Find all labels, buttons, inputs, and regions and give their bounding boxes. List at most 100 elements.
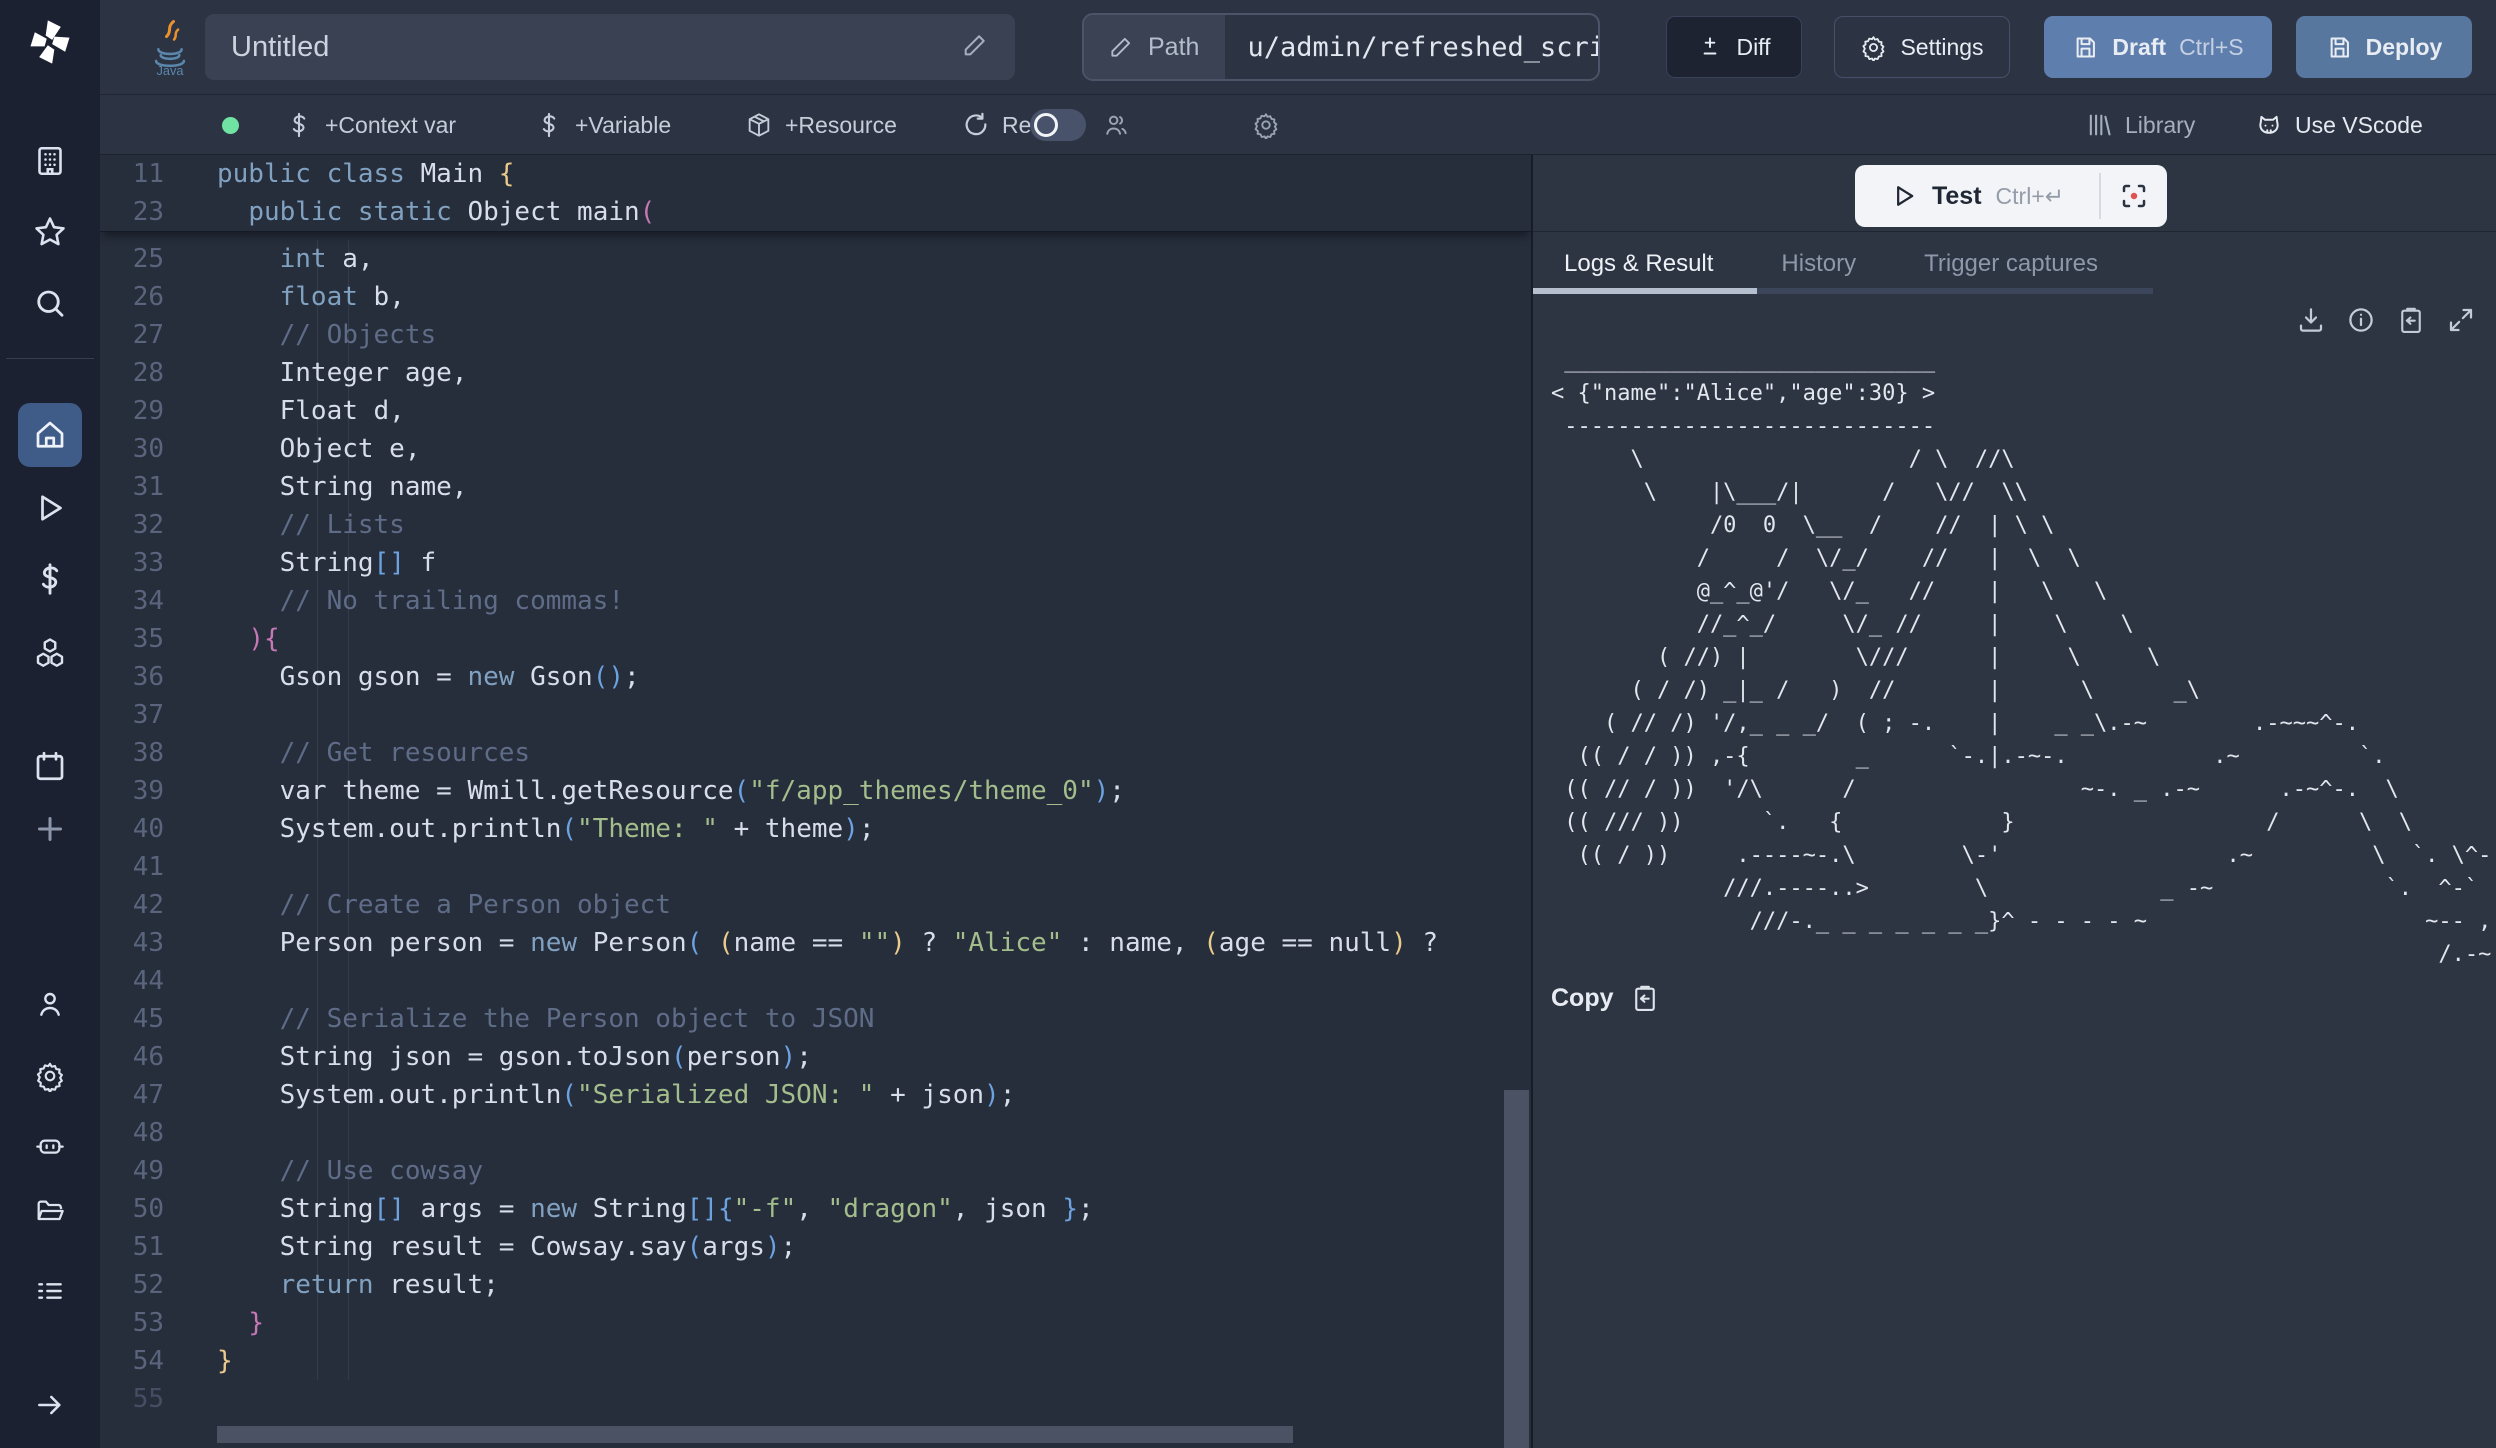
path-control: Path u/admin/refreshed_script (1082, 13, 1600, 81)
code-line-43[interactable]: 43 Person person = new Person( (name == … (100, 924, 1531, 962)
toggle-knob (1034, 113, 1058, 137)
line-source: Person person = new Person( (name == "")… (217, 928, 1531, 958)
settings-button[interactable]: Settings (1834, 16, 2010, 78)
diff-mode-toggle[interactable] (1030, 109, 1086, 141)
code-line-23[interactable]: 23 public static Object main( (100, 193, 1531, 231)
expand-result-icon[interactable] (2446, 305, 2476, 335)
vertical-scrollbar[interactable] (1504, 1090, 1529, 1448)
sidebar-item-resources[interactable] (18, 621, 82, 685)
sidebar-item-variables[interactable] (18, 547, 82, 611)
code-line-38[interactable]: 38 // Get resources (100, 734, 1531, 772)
gear-icon (1252, 111, 1280, 139)
line-number: 34 (100, 586, 217, 616)
code-line-32[interactable]: 32 // Lists (100, 506, 1531, 544)
line-source: String[] f (217, 548, 1531, 578)
editor-toolbar: +Context var +Variable +Resource Reset (100, 95, 2496, 155)
tab-history[interactable]: History (1781, 250, 1856, 278)
code-line-33[interactable]: 33 String[] f (100, 544, 1531, 582)
line-number: 30 (100, 434, 217, 464)
tab-trigger-captures[interactable]: Trigger captures (1924, 250, 2098, 278)
line-number: 25 (100, 244, 217, 274)
code-line-45[interactable]: 45 // Serialize the Person object to JSO… (100, 1000, 1531, 1038)
line-source: // Serialize the Person object to JSON (217, 1004, 1531, 1034)
code-line-51[interactable]: 51 String result = Cowsay.say(args); (100, 1228, 1531, 1266)
copy-button[interactable]: Copy (1551, 983, 1660, 1013)
code-line-36[interactable]: 36 Gson gson = new Gson(); (100, 658, 1531, 696)
deploy-button[interactable]: Deploy (2296, 16, 2472, 78)
line-number: 47 (100, 1080, 217, 1110)
code-line-41[interactable]: 41 (100, 848, 1531, 886)
sidebar-item-runs[interactable] (18, 476, 82, 540)
tab-logs-result[interactable]: Logs & Result (1564, 250, 1713, 278)
java-language-icon: Java (146, 18, 194, 76)
windmill-script-editor: Java Untitled Path u (0, 0, 2496, 1448)
dollar-icon (285, 111, 313, 139)
code-line-37[interactable]: 37 (100, 696, 1531, 734)
code-line-42[interactable]: 42 // Create a Person object (100, 886, 1531, 924)
code-line-44[interactable]: 44 (100, 962, 1531, 1000)
copy-result-icon[interactable] (2396, 305, 2426, 335)
code-line-49[interactable]: 49 // Use cowsay (100, 1152, 1531, 1190)
code-line-53[interactable]: 53 } (100, 1304, 1531, 1342)
add-variable-button[interactable]: +Variable (535, 95, 671, 155)
result-info-icon[interactable] (2346, 305, 2376, 335)
header: Java Untitled Path u (100, 0, 2496, 95)
horizontal-scrollbar[interactable] (217, 1426, 1293, 1443)
code-line-25[interactable]: 25 int a, (100, 240, 1531, 278)
save-draft-button[interactable]: Draft Ctrl+S (2044, 16, 2272, 78)
code-line-40[interactable]: 40 System.out.println("Theme: " + theme)… (100, 810, 1531, 848)
line-number: 38 (100, 738, 217, 768)
use-vscode-button[interactable]: Use VScode (2255, 95, 2423, 155)
diff-button[interactable]: Diff (1666, 16, 1802, 78)
code-lines: 25 int a,26 float b,27 // Objects28 Inte… (100, 240, 1531, 1418)
code-line-50[interactable]: 50 String[] args = new String[]{"-f", "d… (100, 1190, 1531, 1228)
sidebar-item-favorites[interactable] (18, 200, 82, 264)
line-source: float b, (217, 282, 1531, 312)
code-line-47[interactable]: 47 System.out.println("Serialized JSON: … (100, 1076, 1531, 1114)
content-area: 25 int a,26 float b,27 // Objects28 Inte… (100, 155, 2496, 1448)
edit-path-button[interactable]: Path (1084, 15, 1225, 79)
download-result-icon[interactable] (2296, 305, 2326, 335)
line-source: System.out.println("Serialized JSON: " +… (217, 1080, 1531, 1110)
sidebar-item-add[interactable] (18, 797, 82, 861)
edit-title-pencil-icon[interactable] (961, 31, 989, 64)
capture-test-button[interactable] (2101, 165, 2167, 227)
code-line-26[interactable]: 26 float b, (100, 278, 1531, 316)
code-line-35[interactable]: 35 ){ (100, 620, 1531, 658)
code-editor[interactable]: 25 int a,26 float b,27 // Objects28 Inte… (100, 155, 1531, 1448)
add-context-var-button[interactable]: +Context var (285, 95, 456, 155)
library-button[interactable]: Library (2085, 95, 2195, 155)
code-line-28[interactable]: 28 Integer age, (100, 354, 1531, 392)
code-line-29[interactable]: 29 Float d, (100, 392, 1531, 430)
sidebar-expand-icon[interactable] (18, 1373, 82, 1437)
code-line-11[interactable]: 11public class Main { (100, 155, 1531, 193)
sidebar-item-user[interactable] (18, 972, 82, 1036)
path-value-input[interactable]: u/admin/refreshed_script (1225, 15, 1600, 79)
sidebar-item-workers[interactable] (18, 1114, 82, 1178)
code-line-39[interactable]: 39 var theme = Wmill.getResource("f/app_… (100, 772, 1531, 810)
line-number: 32 (100, 510, 217, 540)
script-title-input[interactable]: Untitled (205, 14, 1015, 80)
code-line-55[interactable]: 55 (100, 1380, 1531, 1418)
windmill-logo-icon[interactable] (21, 13, 79, 71)
code-line-31[interactable]: 31 String name, (100, 468, 1531, 506)
sidebar-item-audit-logs[interactable] (18, 1259, 82, 1323)
sidebar-item-search[interactable] (18, 272, 82, 336)
collaborators-button[interactable] (1102, 95, 1130, 155)
editor-settings-button[interactable] (1252, 95, 1280, 155)
sidebar-item-schedules[interactable] (18, 734, 82, 798)
code-line-46[interactable]: 46 String json = gson.toJson(person); (100, 1038, 1531, 1076)
code-line-52[interactable]: 52 return result; (100, 1266, 1531, 1304)
sidebar-item-settings[interactable] (18, 1044, 82, 1108)
code-line-27[interactable]: 27 // Objects (100, 316, 1531, 354)
code-line-34[interactable]: 34 // No trailing commas! (100, 582, 1531, 620)
line-source: int a, (217, 244, 1531, 274)
sidebar-item-workspace[interactable] (18, 129, 82, 193)
sidebar-item-home[interactable] (18, 403, 82, 467)
code-line-30[interactable]: 30 Object e, (100, 430, 1531, 468)
code-line-54[interactable]: 54} (100, 1342, 1531, 1380)
test-button[interactable]: Test Ctrl+↵ (1855, 165, 2099, 227)
code-line-48[interactable]: 48 (100, 1114, 1531, 1152)
add-resource-button[interactable]: +Resource (745, 95, 897, 155)
sidebar-item-folders[interactable] (18, 1179, 82, 1243)
